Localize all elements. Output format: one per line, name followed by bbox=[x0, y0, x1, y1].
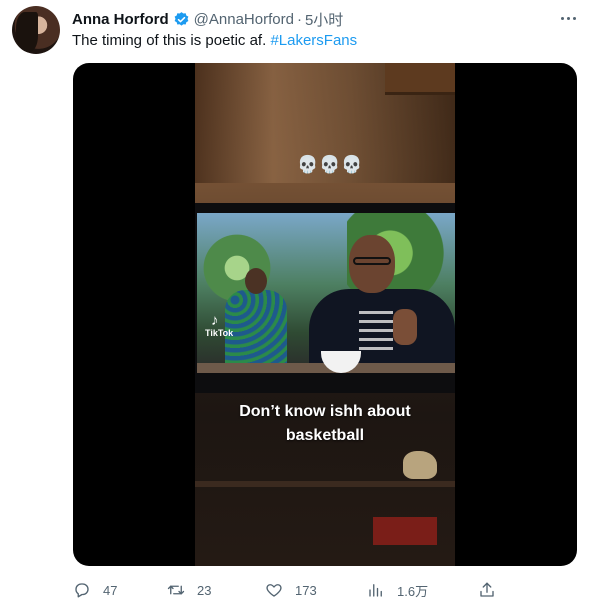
share-button[interactable] bbox=[478, 578, 496, 602]
tweet-body: The timing of this is poetic af. bbox=[72, 32, 267, 49]
separator-dot: · bbox=[296, 10, 302, 28]
verified-badge-icon bbox=[174, 11, 189, 26]
retweet-count: 23 bbox=[197, 582, 212, 598]
video-player[interactable]: 💀💀💀 ♪ TikTok Don’t know ishh about baske… bbox=[73, 63, 577, 566]
author-name[interactable]: Anna Horford bbox=[72, 11, 169, 28]
caption-line-2: basketball bbox=[285, 427, 365, 444]
retweet-icon bbox=[167, 585, 185, 595]
author-handle[interactable]: @AnnaHorford bbox=[194, 11, 294, 28]
retweet-button[interactable]: 23 bbox=[167, 578, 211, 602]
views-button[interactable]: 1.6万 bbox=[367, 578, 428, 602]
skull-emoji-caption: 💀💀💀 bbox=[297, 155, 364, 174]
tiktok-logo-icon: ♪ bbox=[211, 312, 219, 329]
hashtag-link[interactable]: #LakersFans bbox=[270, 32, 357, 49]
video-caption: Don’t know ishh about basketball bbox=[195, 400, 455, 448]
analytics-icon bbox=[369, 584, 382, 597]
television: ♪ TikTok bbox=[195, 203, 455, 393]
red-box bbox=[373, 517, 437, 545]
tweet-header: Anna Horford @AnnaHorford · 5小时 bbox=[72, 9, 343, 29]
share-icon bbox=[480, 582, 494, 597]
caption-line-1: Don’t know ishh about bbox=[239, 403, 411, 420]
elephant-figurine bbox=[403, 451, 437, 479]
heart-icon bbox=[266, 584, 282, 597]
tv-screen: ♪ TikTok bbox=[197, 213, 455, 373]
action-bar: 47 23 173 1.6万 bbox=[73, 578, 583, 602]
tiktok-watermark: ♪ TikTok bbox=[205, 313, 233, 338]
more-options-icon[interactable] bbox=[557, 8, 579, 28]
reply-button[interactable]: 47 bbox=[73, 578, 117, 602]
wall-picture bbox=[385, 63, 455, 95]
tiktok-label: TikTok bbox=[205, 328, 234, 338]
view-count: 1.6万 bbox=[397, 583, 429, 599]
reply-count: 47 bbox=[103, 582, 118, 598]
video-frame: 💀💀💀 ♪ TikTok Don’t know ishh about baske… bbox=[195, 63, 455, 566]
reply-icon bbox=[75, 583, 89, 598]
tweet-timestamp[interactable]: 5小时 bbox=[305, 9, 343, 30]
like-button[interactable]: 173 bbox=[265, 578, 317, 602]
tweet-text: The timing of this is poetic af. #Lakers… bbox=[72, 31, 357, 51]
tweet[interactable]: Anna Horford @AnnaHorford · 5小时 The timi… bbox=[0, 0, 595, 605]
avatar[interactable] bbox=[12, 6, 60, 54]
like-count: 173 bbox=[295, 582, 317, 598]
